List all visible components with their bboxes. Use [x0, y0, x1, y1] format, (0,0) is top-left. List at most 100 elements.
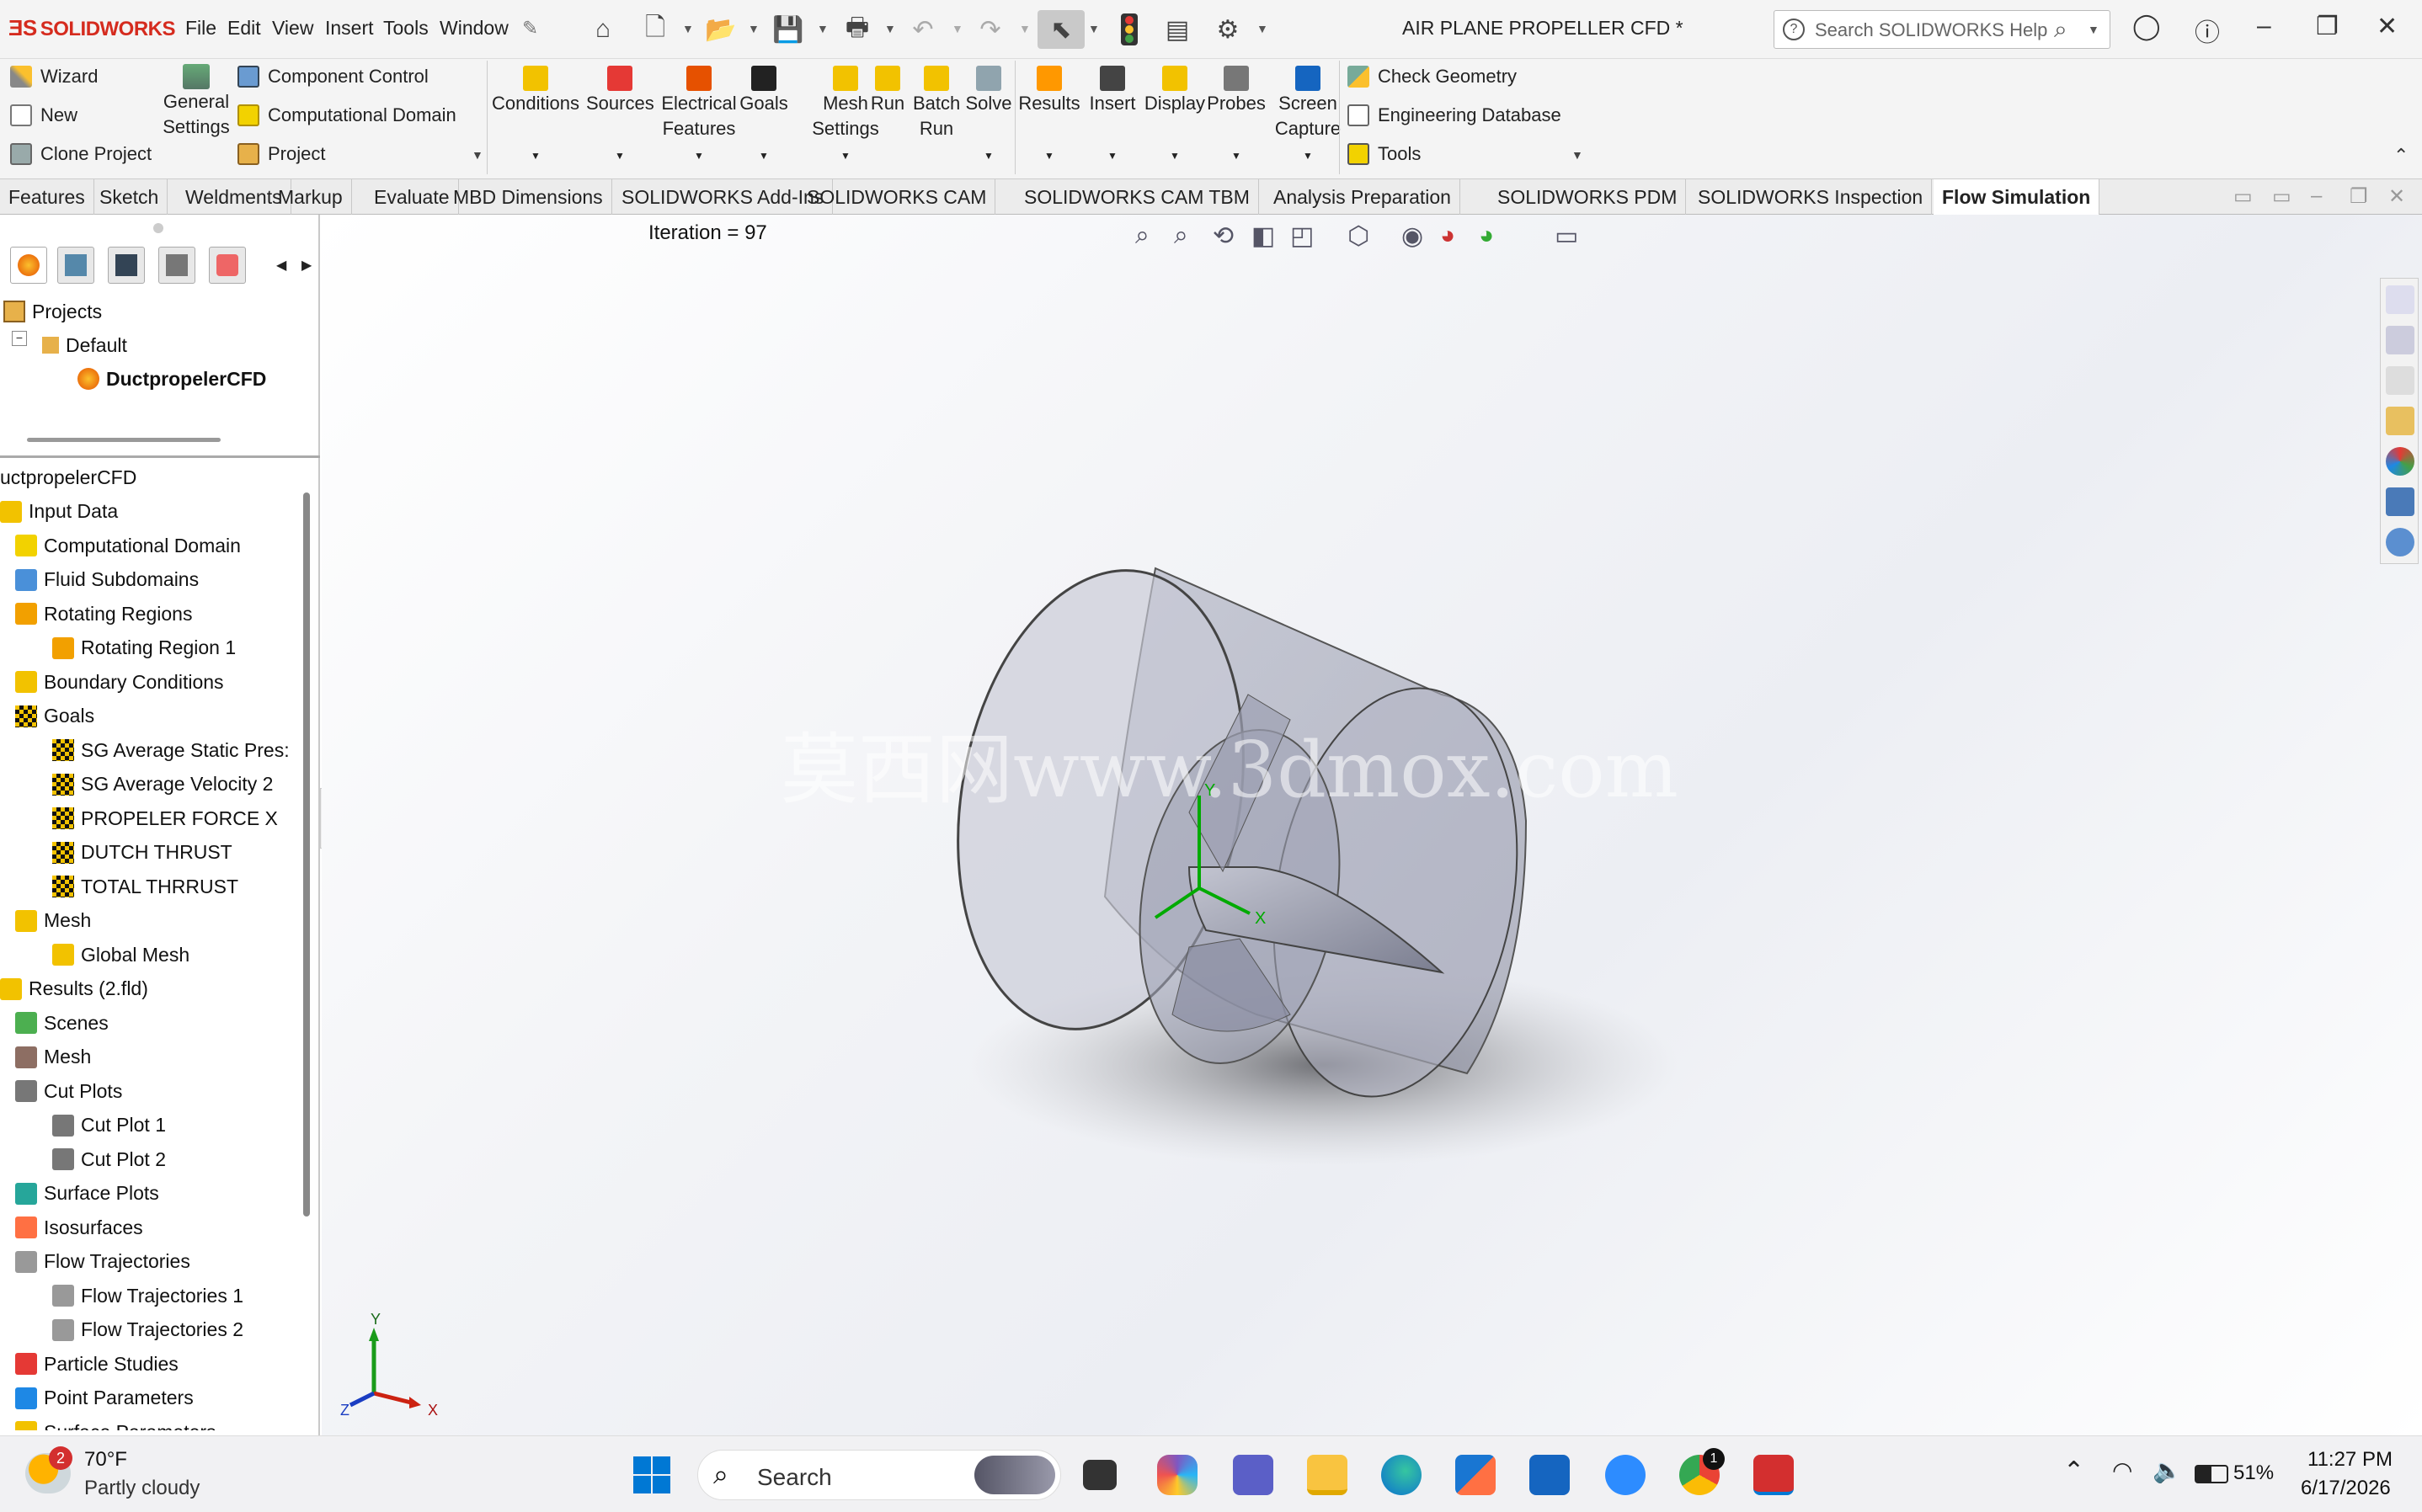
tab-analysis-preparation[interactable]: Analysis Preparation	[1265, 179, 1460, 215]
tree-item-cut-plot-2[interactable]: Cut Plot 2	[52, 1144, 166, 1174]
tree-item-global-mesh[interactable]: Global Mesh	[52, 940, 189, 970]
menu-window[interactable]: Window	[440, 17, 509, 40]
tree-item-dutch-thrust[interactable]: DUTCH THRUST	[52, 838, 232, 868]
options-dropdown-icon[interactable]: ▼	[1256, 22, 1268, 35]
solidworks-forum-icon[interactable]	[2386, 528, 2414, 556]
tree-item-cut-plot-1[interactable]: Cut Plot 1	[52, 1110, 166, 1141]
search-icon[interactable]: ⌕	[2054, 16, 2067, 44]
property-manager-tab[interactable]	[108, 247, 145, 284]
engineering-database-button[interactable]: Engineering Database	[1347, 104, 1561, 126]
battery-percent[interactable]: 51%	[2233, 1461, 2274, 1485]
component-control-button[interactable]: Component Control	[237, 66, 429, 88]
tab-flow-simulation[interactable]: Flow Simulation	[1934, 179, 2100, 215]
edge-browser-icon[interactable]	[1381, 1455, 1422, 1495]
tree-item-mesh[interactable]: Mesh	[15, 906, 91, 936]
close-window-icon[interactable]: ✕	[2377, 12, 2398, 41]
tools-button[interactable]: Tools	[1347, 143, 1421, 165]
tree-item-boundary-conditions[interactable]: Boundary Conditions	[15, 667, 224, 697]
file-explorer-icon[interactable]	[2386, 366, 2414, 395]
cmd-button-sources[interactable]: Sources ▼	[586, 62, 654, 168]
tree-item-cut-plots[interactable]: Cut Plots	[15, 1076, 122, 1106]
design-library-icon[interactable]	[2386, 326, 2414, 354]
tree-item-rotating-region-1[interactable]: Rotating Region 1	[52, 633, 236, 663]
previous-view-icon[interactable]: ⟲	[1213, 221, 1234, 251]
clone-project-button[interactable]: Clone Project	[10, 143, 152, 165]
project-button[interactable]: Project	[237, 143, 325, 165]
view-palette-icon[interactable]	[2386, 407, 2414, 435]
task-view-icon[interactable]	[1083, 1460, 1117, 1490]
wifi-icon[interactable]: ◠	[2112, 1456, 2132, 1484]
copilot-icon[interactable]	[1157, 1455, 1198, 1495]
menu-file[interactable]: File	[185, 17, 216, 40]
tools-dropdown-icon[interactable]: ▼	[1571, 148, 1583, 162]
redo-icon[interactable]: ↷	[971, 10, 1010, 49]
cmd-button-dropdown-icon[interactable]: ▼	[492, 143, 579, 168]
cmd-button-solve[interactable]: Solve ▼	[963, 62, 1014, 168]
general-settings-button[interactable]: General Settings	[160, 64, 232, 140]
cmd-button-dropdown-icon[interactable]: ▼	[963, 143, 1014, 168]
tree-item-isosurfaces[interactable]: Isosurfaces	[15, 1212, 143, 1243]
graphics-viewport[interactable]: Iteration = 97 ⌕ ⌕ ⟲ ◧ ◰ ⬡ ◉ ◕ ◕ ▭ Y X 莫…	[322, 215, 2422, 1435]
tree-item-propeler-force-x[interactable]: PROPELER FORCE X	[52, 803, 278, 833]
check-geometry-button[interactable]: Check Geometry	[1347, 66, 1517, 88]
cmd-button-dropdown-icon[interactable]: ▼	[659, 143, 739, 168]
tab-markup[interactable]: Markup	[269, 179, 352, 215]
cmd-button-dropdown-icon[interactable]: ▼	[1017, 143, 1081, 168]
teams-icon[interactable]	[1233, 1455, 1273, 1495]
cmd-button-electrical[interactable]: Electrical Features ▼	[659, 62, 739, 168]
dynamic-annotation-icon[interactable]: ◰	[1290, 221, 1314, 251]
reference-triad[interactable]: Y X Z	[340, 1309, 450, 1419]
cmd-button-dropdown-icon[interactable]: ▼	[736, 143, 792, 168]
search-dropdown-icon[interactable]: ▼	[2088, 23, 2099, 36]
tab-solidworks-cam-tbm[interactable]: SOLIDWORKS CAM TBM	[1016, 179, 1259, 215]
menu-insert[interactable]: Insert	[325, 17, 374, 40]
cmd-button-run[interactable]: Run	[869, 62, 906, 116]
edit-appearance-icon[interactable]: ◕	[1440, 221, 1455, 250]
display-manager-tab[interactable]	[209, 247, 246, 284]
panel-grip-dot[interactable]	[153, 223, 163, 233]
weather-desc[interactable]: Partly cloudy	[84, 1477, 200, 1500]
projects-root[interactable]: Projects	[3, 296, 102, 327]
save-icon[interactable]: 💾	[769, 10, 808, 49]
cmd-button-batch[interactable]: Batch Run	[913, 62, 960, 141]
file-explorer-taskbar-icon[interactable]	[1307, 1455, 1347, 1495]
default-config[interactable]: Default	[42, 330, 127, 360]
view-settings-icon[interactable]: ▭	[1555, 221, 1578, 251]
select-cursor-icon[interactable]: ⬉	[1038, 10, 1085, 49]
restore-window-icon[interactable]: ❐	[2316, 12, 2339, 41]
solidworks-taskbar-icon[interactable]	[1753, 1455, 1794, 1495]
cmd-button-goals[interactable]: Goals ▼	[736, 62, 792, 168]
user-account-icon[interactable]: ◯	[2132, 12, 2161, 41]
tab-sketch[interactable]: Sketch	[91, 179, 168, 215]
tab-solidworks-cam[interactable]: SOLIDWORKS CAM	[798, 179, 996, 215]
appearances-icon[interactable]	[2386, 447, 2414, 476]
tree-item-uctpropelercfd[interactable]: uctpropelerCFD	[0, 462, 136, 492]
taskbar-search[interactable]: ⌕ Search	[697, 1450, 1061, 1500]
solidworks-resources-icon[interactable]	[2386, 285, 2414, 314]
tree-item-total-thrrust[interactable]: TOTAL THRRUST	[52, 871, 238, 902]
rebuild-traffic-light-icon[interactable]	[1110, 10, 1149, 49]
weather-temp[interactable]: 70°F	[84, 1448, 127, 1472]
tree-item-flow-trajectories-2[interactable]: Flow Trajectories 2	[52, 1315, 243, 1345]
undo-icon[interactable]: ↶	[904, 10, 942, 49]
doc-close-icon[interactable]: ✕	[2388, 184, 2405, 209]
tab-scroll-right-icon[interactable]: ▶	[301, 257, 312, 274]
new-project-button[interactable]: New	[10, 104, 77, 126]
tree-item-particle-studies[interactable]: Particle Studies	[15, 1349, 179, 1379]
microsoft-store-icon[interactable]	[1455, 1455, 1496, 1495]
cmd-button-dropdown-icon[interactable]: ▼	[1272, 143, 1344, 168]
menu-view[interactable]: View	[272, 17, 313, 40]
doc-restore-icon[interactable]: ❐	[2350, 184, 2368, 209]
custom-properties-icon[interactable]	[2386, 487, 2414, 516]
clock-time[interactable]: 11:27 PM	[2307, 1448, 2393, 1472]
cmd-button-probes[interactable]: Probes ▼	[1206, 62, 1267, 168]
cmd-button-display[interactable]: Display ▼	[1144, 62, 1206, 168]
tree-item-scenes[interactable]: Scenes	[15, 1008, 109, 1038]
cmd-button-dropdown-icon[interactable]: ▼	[586, 143, 654, 168]
tab-scroll-left-icon[interactable]: ◀	[276, 257, 286, 274]
tree-item-point-parameters[interactable]: Point Parameters	[15, 1383, 194, 1414]
zoom-icon[interactable]	[1605, 1455, 1646, 1495]
tree-item-input-data[interactable]: Input Data	[0, 497, 118, 527]
cmd-button-results[interactable]: Results ▼	[1017, 62, 1081, 168]
cmd-button-dropdown-icon[interactable]: ▼	[1085, 143, 1140, 168]
